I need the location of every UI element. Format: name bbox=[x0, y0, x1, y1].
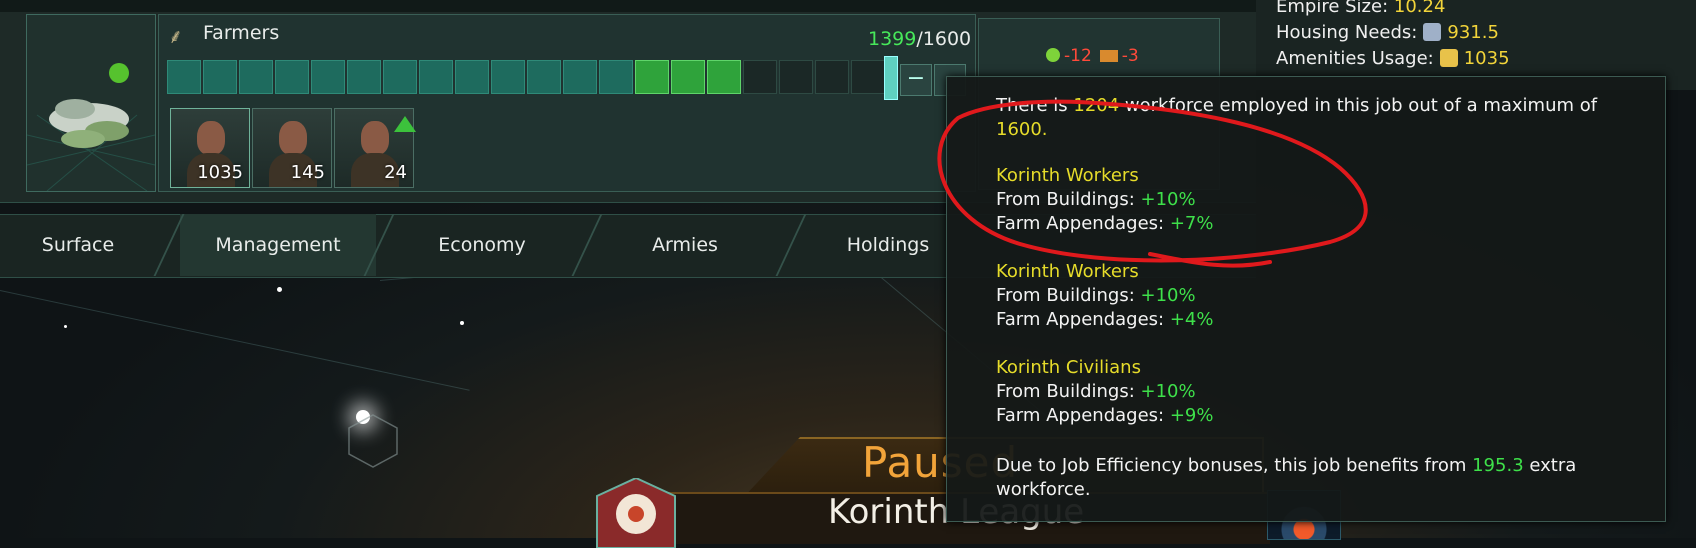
red-annotation-circle bbox=[937, 99, 1368, 268]
